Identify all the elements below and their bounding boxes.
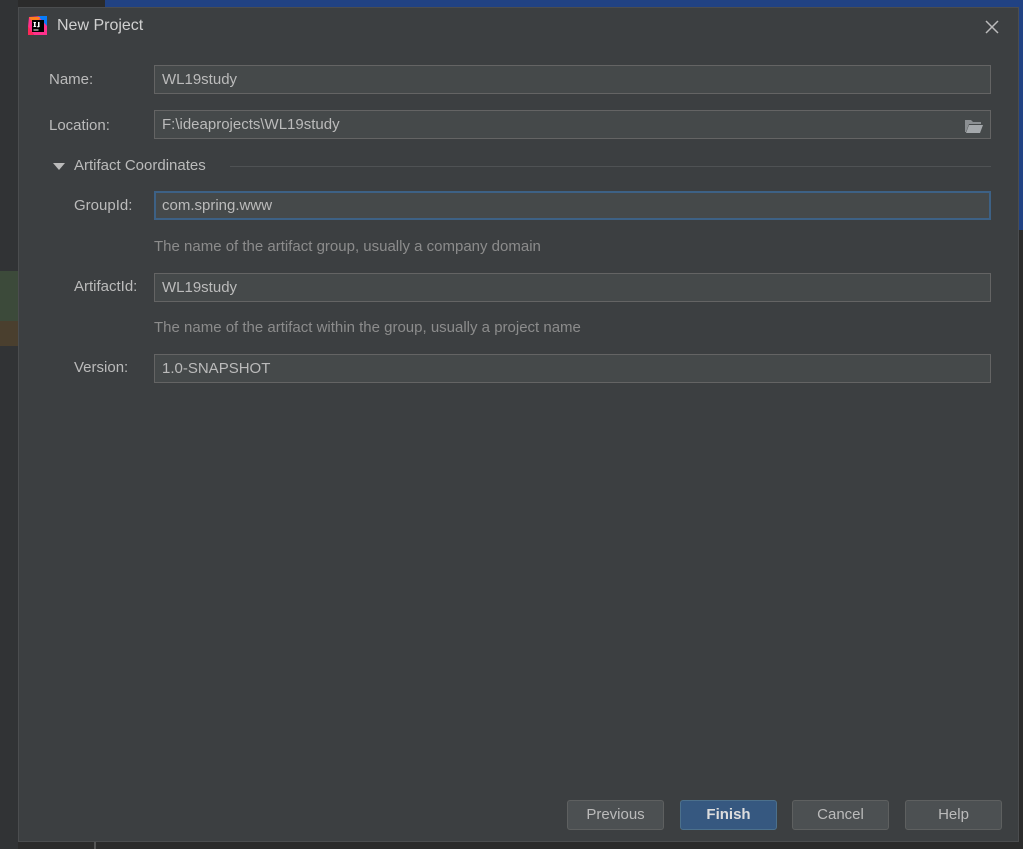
location-field[interactable] (154, 110, 991, 139)
groupid-hint: The name of the artifact group, usually … (154, 238, 541, 255)
artifact-coordinates-section-title[interactable]: Artifact Coordinates (74, 157, 206, 174)
version-field[interactable] (154, 354, 991, 383)
background-ide-divider (94, 842, 96, 849)
artifactid-label: ArtifactId: (74, 278, 138, 295)
background-ide-gutter (0, 0, 18, 849)
dialog-title-bar[interactable]: New Project (19, 8, 1018, 46)
artifactid-field[interactable] (154, 273, 991, 302)
background-ide-highlight (0, 271, 18, 321)
groupid-label: GroupId: (74, 197, 133, 214)
triangle-down-icon[interactable] (52, 160, 66, 172)
groupid-field[interactable] (154, 191, 991, 220)
background-ide-scroll (1019, 10, 1023, 230)
help-button[interactable]: Help (905, 800, 1002, 830)
close-icon[interactable] (981, 16, 1003, 38)
version-label: Version: (74, 359, 129, 376)
name-field[interactable] (154, 65, 991, 94)
section-divider (230, 166, 991, 167)
folder-icon[interactable] (964, 118, 984, 134)
artifactid-hint: The name of the artifact within the grou… (154, 319, 581, 336)
name-label: Name: (49, 71, 94, 88)
dialog-title: New Project (57, 17, 144, 34)
finish-button[interactable]: Finish (680, 800, 777, 830)
cancel-button[interactable]: Cancel (792, 800, 889, 830)
background-ide-highlight-2 (0, 321, 18, 346)
intellij-idea-icon (28, 16, 47, 35)
new-project-dialog: New Project Name: Location: Artifact Coo… (18, 7, 1019, 842)
previous-button[interactable]: Previous (567, 800, 664, 830)
location-label: Location: (49, 117, 110, 134)
